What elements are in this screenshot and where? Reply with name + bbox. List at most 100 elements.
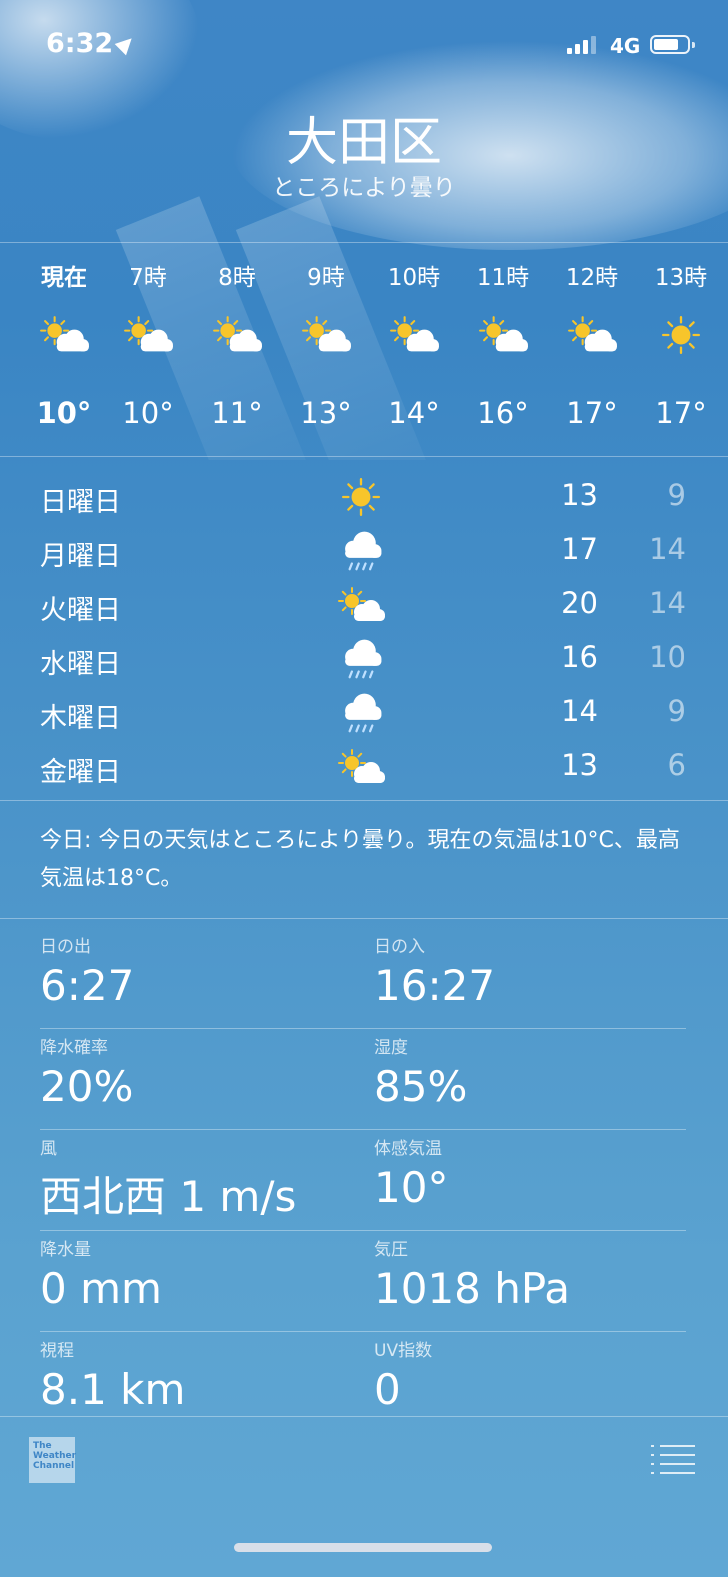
daily-row: 木曜日 14 9 [0, 688, 728, 742]
hourly-time-label: 現在 [41, 265, 87, 291]
rain-icon [335, 634, 387, 684]
hourly-item: 13時 17° [641, 258, 721, 430]
detail-value: 20% [40, 1062, 134, 1111]
partly-cloudy-icon [463, 314, 543, 374]
high-temp: 13 [561, 478, 598, 512]
daily-row: 水曜日 16 10 [0, 634, 728, 688]
high-temp: 17 [561, 532, 598, 566]
hourly-item: 8時 11° [197, 258, 277, 430]
hourly-time-label: 9時 [307, 265, 345, 291]
hourly-item: 現在 10° [24, 258, 104, 430]
hourly-time-label: 13時 [654, 265, 708, 291]
location-arrow-icon [114, 32, 138, 56]
detail-label: UV指数 [374, 1341, 433, 1361]
partly-cloudy-icon [552, 314, 632, 374]
high-temp: 20 [561, 586, 598, 620]
day-name: 日曜日 [40, 487, 121, 518]
hourly-time-label: 10時 [387, 265, 441, 291]
hourly-temp: 17° [655, 396, 707, 430]
hourly-time-label: 12時 [565, 265, 619, 291]
detail-cell: 降水量 0 mm [40, 1235, 360, 1313]
low-temp: 9 [667, 478, 686, 512]
detail-label: 湿度 [374, 1038, 408, 1058]
detail-value: 8.1 km [40, 1365, 186, 1414]
signal-icon [567, 34, 596, 54]
high-temp: 16 [561, 640, 598, 674]
detail-label: 体感気温 [374, 1139, 442, 1159]
hourly-temp: 14° [388, 396, 440, 430]
detail-cell: 湿度 85% [374, 1033, 694, 1111]
detail-row: 降水量 0 mm 気圧 1018 hPa [40, 1231, 686, 1332]
divider [0, 242, 728, 243]
detail-value: 0 [374, 1365, 401, 1414]
day-name: 月曜日 [40, 541, 121, 572]
sun-icon [641, 314, 721, 374]
detail-label: 降水確率 [40, 1038, 108, 1058]
low-temp: 6 [667, 748, 686, 782]
detail-value: 6:27 [40, 961, 135, 1010]
daily-row: 火曜日 20 14 [0, 580, 728, 634]
day-name: 火曜日 [40, 595, 121, 626]
rain-icon [335, 688, 387, 738]
battery-icon [650, 35, 695, 54]
detail-row: 視程 8.1 km UV指数 0 [40, 1332, 686, 1432]
daily-row: 金曜日 13 6 [0, 742, 728, 796]
sun-icon [335, 472, 387, 522]
partly-cloudy-icon [374, 314, 454, 374]
partly-cloudy-icon [24, 314, 104, 374]
hourly-temp: 17° [566, 396, 618, 430]
daily-summary: 今日: 今日の天気はところにより曇り。現在の気温は10°C、最高気温は18°C。 [40, 828, 680, 891]
partly-cloudy-icon [108, 314, 188, 374]
hourly-temp: 13° [300, 396, 352, 430]
high-temp: 13 [561, 748, 598, 782]
network-type: 4G [610, 34, 641, 58]
detail-value: 0 mm [40, 1264, 162, 1313]
divider [0, 456, 728, 457]
day-name: 水曜日 [40, 649, 121, 680]
day-name: 木曜日 [40, 703, 121, 734]
detail-value: 16:27 [374, 961, 496, 1010]
hourly-item: 10時 14° [374, 258, 454, 430]
detail-row: 日の出 6:27 日の入 16:27 [40, 928, 686, 1029]
detail-cell: 気圧 1018 hPa [374, 1235, 694, 1313]
detail-value: 西北西 1 m/s [40, 1172, 297, 1221]
hourly-time-label: 11時 [476, 265, 530, 291]
home-indicator[interactable] [234, 1543, 492, 1552]
detail-value: 85% [374, 1062, 468, 1111]
detail-value: 1018 hPa [374, 1264, 571, 1313]
hourly-item: 12時 17° [552, 258, 632, 430]
status-bar: 6:32 4G [0, 28, 728, 68]
hourly-item: 9時 13° [286, 258, 366, 430]
weather-details: 日の出 6:27 日の入 16:27 降水確率 20% 湿度 85% 風 西北西… [40, 928, 686, 1432]
partly-cloudy-icon [197, 314, 277, 374]
rain-icon [335, 526, 387, 576]
detail-label: 気圧 [374, 1240, 408, 1260]
detail-label: 日の出 [40, 937, 91, 957]
hourly-temp: 10° [122, 396, 174, 430]
weather-channel-logo[interactable]: The Weather Channel [29, 1437, 76, 1483]
detail-row: 降水確率 20% 湿度 85% [40, 1029, 686, 1130]
hourly-time-label: 7時 [129, 265, 167, 291]
daily-row: 月曜日 17 14 [0, 526, 728, 580]
divider [0, 1416, 728, 1417]
hourly-forecast[interactable]: 現在 10° 7時 10° 8時 11° 9時 13° 10時 14° 11時 … [0, 258, 728, 438]
daily-row: 日曜日 13 9 [0, 472, 728, 526]
day-name: 金曜日 [40, 757, 121, 788]
detail-label: 風 [40, 1139, 57, 1159]
detail-cell: 降水確率 20% [40, 1033, 360, 1111]
detail-cell: 日の入 16:27 [374, 932, 694, 1010]
detail-cell: 日の出 6:27 [40, 932, 360, 1010]
low-temp: 14 [649, 532, 686, 566]
current-condition: ところにより曇り [272, 175, 456, 201]
detail-label: 日の入 [374, 937, 425, 957]
detail-label: 視程 [40, 1341, 74, 1361]
hourly-temp: 11° [211, 396, 263, 430]
detail-cell: 体感気温 10° [374, 1134, 694, 1212]
low-temp: 9 [667, 694, 686, 728]
list-icon[interactable] [651, 1445, 695, 1475]
detail-label: 降水量 [40, 1240, 91, 1260]
hourly-item: 11時 16° [463, 258, 543, 430]
hourly-time-label: 8時 [218, 265, 256, 291]
hourly-temp: 10° [36, 396, 92, 430]
partly-cloudy-icon [335, 580, 387, 630]
